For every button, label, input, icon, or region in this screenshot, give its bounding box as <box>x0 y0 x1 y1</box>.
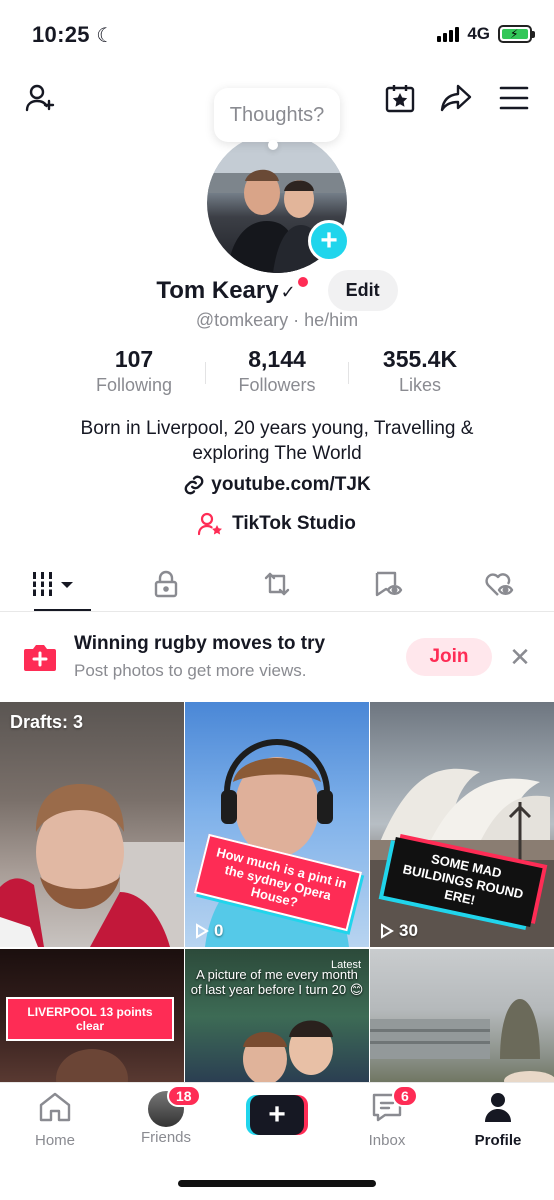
video-grid: Drafts: 3 How much is a pint in the sydn… <box>0 702 554 1084</box>
signal-icon <box>437 26 460 42</box>
promo-text: Winning rugby moves to try Post photos t… <box>74 633 406 681</box>
nav-label: Friends <box>140 1129 192 1146</box>
studio-label: TikTok Studio <box>232 513 356 534</box>
add-story-button[interactable]: + <box>308 220 350 262</box>
stat-followers[interactable]: 8,144 Followers <box>206 346 348 396</box>
stat-value: 355.4K <box>382 346 458 372</box>
view-count: 0 <box>195 921 223 941</box>
home-indicator <box>178 1180 376 1187</box>
nav-home[interactable]: Home <box>0 1091 110 1149</box>
profile-stats: 107 Following 8,144 Followers 355.4K Lik… <box>0 346 554 396</box>
menu-icon[interactable] <box>496 80 532 116</box>
repost-icon <box>264 572 290 595</box>
video-tile[interactable]: SOME MAD BUILDINGS ROUND ERE! 30 <box>370 702 554 947</box>
promo-title: Winning rugby moves to try <box>74 633 326 654</box>
video-tile[interactable]: LIVERPOOL 13 points clear <box>0 949 184 1084</box>
moon-icon: ☾ <box>96 25 115 47</box>
play-icon <box>196 923 209 939</box>
create-button[interactable]: + <box>246 1095 308 1135</box>
notification-dot <box>297 276 308 287</box>
thoughts-bubble[interactable]: Thoughts? <box>214 88 340 142</box>
battery-icon: ⚡ <box>498 25 535 43</box>
status-time: 10:25 ☾ <box>32 22 115 47</box>
stat-value: 107 <box>114 346 154 372</box>
tab-reposts[interactable] <box>222 556 333 611</box>
tiktok-studio-link[interactable]: TikTok Studio <box>0 512 554 536</box>
tab-videos[interactable] <box>0 556 111 611</box>
stat-following[interactable]: 107 Following <box>63 346 205 396</box>
chevron-down-icon: ✓ <box>280 281 296 302</box>
nav-profile[interactable]: Profile <box>443 1091 553 1149</box>
video-caption: A picture of me every month of last year… <box>190 967 364 997</box>
lock-icon <box>154 570 178 597</box>
add-friend-icon[interactable] <box>22 80 58 116</box>
stat-likes[interactable]: 355.4K Likes <box>349 346 491 396</box>
calendar-star-icon[interactable] <box>382 80 418 116</box>
status-indicators: 4G ⚡ <box>437 24 535 44</box>
inbox-badge: 6 <box>392 1085 418 1107</box>
profile-icon <box>485 1093 511 1122</box>
bookmark-eye-icon <box>375 571 402 596</box>
profile-bio: Born in Liverpool, 20 years young, Trave… <box>80 418 474 464</box>
nav-inbox[interactable]: 6 Inbox <box>332 1085 442 1149</box>
nav-label: Inbox <box>368 1132 406 1149</box>
profile-link[interactable]: youtube.com/TJK <box>0 474 554 496</box>
home-icon <box>39 1092 71 1122</box>
profile-name[interactable]: Tom Keary ✓ <box>156 276 308 305</box>
add-photo-icon <box>22 641 58 673</box>
grid-icon <box>33 571 74 596</box>
view-count: 30 <box>380 921 418 941</box>
edit-profile-button[interactable]: Edit <box>327 270 398 311</box>
profile-name-row: Tom Keary ✓ Edit <box>0 270 554 311</box>
friends-badge: 18 <box>167 1085 201 1107</box>
tile-label: Drafts: 3 <box>10 712 84 732</box>
studio-icon <box>198 512 223 536</box>
nav-label: Profile <box>474 1132 522 1149</box>
stat-label: Likes <box>398 375 442 395</box>
close-icon[interactable]: ✕ <box>500 637 540 677</box>
plus-icon: + <box>250 1095 304 1135</box>
link-icon <box>184 475 204 495</box>
video-tile[interactable]: Latest A picture of me every month of la… <box>185 949 369 1084</box>
promo-subtitle: Post photos to get more views. <box>74 661 307 680</box>
stat-label: Followers <box>238 375 316 395</box>
nav-friends[interactable]: 18 Friends <box>111 1085 221 1146</box>
link-text: youtube.com/TJK <box>211 474 371 495</box>
video-tile[interactable] <box>370 949 554 1084</box>
stat-value: 8,144 <box>248 346 306 372</box>
drafts-tile[interactable]: Drafts: 3 <box>0 702 184 947</box>
video-tile[interactable]: How much is a pint in the sydney Opera H… <box>185 702 369 947</box>
heart-eye-icon <box>484 572 513 596</box>
network-type: 4G <box>467 24 490 43</box>
nav-label: Home <box>34 1132 75 1149</box>
stat-label: Following <box>95 375 173 395</box>
tab-liked[interactable] <box>443 556 554 611</box>
share-icon[interactable] <box>438 80 474 116</box>
tab-private[interactable] <box>111 556 222 611</box>
tab-favorites[interactable] <box>332 556 443 611</box>
profile-tabs <box>0 556 554 612</box>
thoughts-bubble-tail <box>268 140 278 150</box>
profile-handle: @tomkeary · he/him <box>195 310 359 330</box>
promo-banner[interactable]: Winning rugby moves to try Post photos t… <box>0 613 554 701</box>
join-button[interactable]: Join <box>406 638 492 676</box>
video-caption: LIVERPOOL 13 points clear <box>6 997 174 1041</box>
play-icon <box>381 923 394 939</box>
